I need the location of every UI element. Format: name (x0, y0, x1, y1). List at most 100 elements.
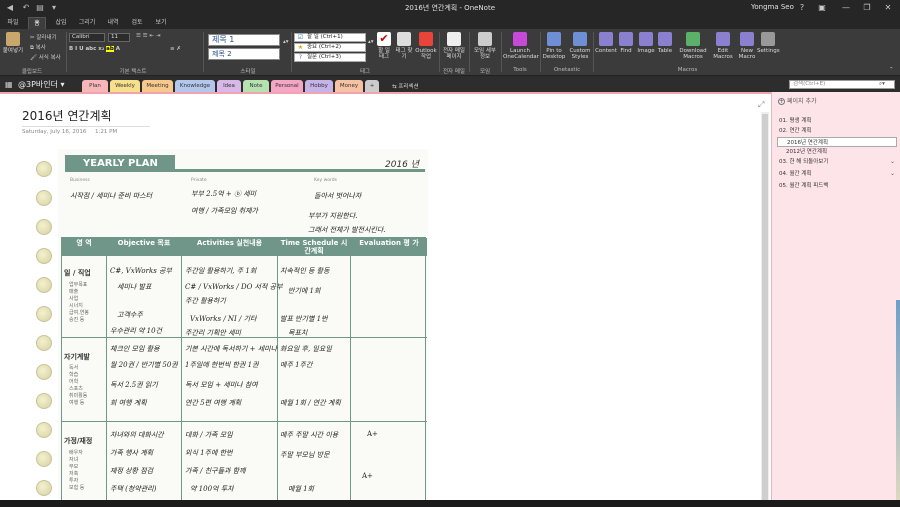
binder-ring (36, 393, 52, 409)
row-sub-item: 학습 (69, 372, 79, 378)
activity-text: 외식 1주에 한번 (185, 449, 233, 457)
meeting-details-button[interactable]: 모임 세부 정보 (471, 32, 499, 60)
header-objective: Objective 목표 (107, 238, 181, 256)
section-tab-note[interactable]: Note (243, 80, 269, 92)
add-page-button[interactable]: + 페이지 추가 (778, 96, 817, 105)
new-macro-button[interactable]: New Macro (737, 32, 757, 60)
paste-label: 붙여넣기 (2, 48, 24, 54)
paste-button[interactable]: 붙여넣기 (2, 32, 24, 54)
format-painter-button[interactable]: 🖌 서식 복사 (30, 53, 61, 61)
tags-scroll-icon[interactable]: ▴▾ (368, 39, 374, 45)
style-heading1[interactable]: 제목 1 (208, 34, 280, 46)
section-group[interactable]: ⇆ 프리섹션 (392, 82, 419, 90)
row-area: 가정/재정 (64, 437, 93, 445)
page-scrollbar[interactable] (761, 112, 769, 507)
add-page-label: 페이지 추가 (787, 98, 817, 105)
ribbon-separator (439, 32, 440, 72)
close-button[interactable]: ✕ (880, 2, 896, 14)
help-icon[interactable]: ? (794, 2, 810, 14)
tag-question[interactable]: ? 질문 (Ctrl+3) (294, 53, 366, 62)
macro-find-button[interactable]: Find (617, 32, 635, 54)
ribbon-separator (203, 32, 204, 72)
section-tab-idea[interactable]: Idea (217, 80, 241, 92)
list-buttons[interactable]: ☰ ☰ ⇤ ⇥ (136, 33, 160, 39)
objective-text: 회 여행 계획 (110, 399, 147, 407)
custom-styles-button[interactable]: Custom Styles (568, 32, 592, 60)
time-text: 발표 반기별 1번 (280, 315, 328, 323)
page-item-selected[interactable]: 2016년 연간계획 (777, 137, 897, 147)
activity-text: 독서 모임 + 세미나 참여 (185, 381, 258, 389)
tag-todo[interactable]: ☑ 할 일 (Ctrl+1) (294, 33, 366, 42)
chevron-down-icon[interactable]: ⌄ (890, 169, 895, 179)
copy-button[interactable]: ⧉ 복사 (30, 43, 46, 52)
title-bar: ◀ ↶ ▤ ▾ 2016년 연간계획 - OneNote Yongma Seo … (0, 0, 900, 16)
maximize-button[interactable]: ❐ (859, 2, 875, 14)
section-tab-meeting[interactable]: Meeting (142, 80, 173, 92)
time-text: 매월 1회 / 연간 계획 (280, 399, 341, 407)
section-tab-personal[interactable]: Personal (271, 80, 303, 92)
section-tab-hobby[interactable]: Hobby (305, 80, 333, 92)
tab-insert[interactable]: 삽입 (52, 17, 70, 29)
macro-image-button[interactable]: Image (636, 32, 656, 54)
font-size-combo[interactable]: 11 (108, 33, 130, 42)
calendar-icon (513, 32, 527, 46)
objective-text: 고객수주 (117, 311, 143, 319)
font-name-combo[interactable]: Calibri (69, 33, 105, 42)
page-date: Saturday, July 16, 2016 (22, 129, 87, 135)
outlook-tasks-button[interactable]: Outlook 작업 (414, 32, 438, 60)
launch-onecalendar-button[interactable]: Launch OneCalendar (503, 32, 539, 60)
page-canvas[interactable]: 2016년 연간계획 Saturday, July 16, 2016 1:21 … (0, 92, 771, 507)
tag-important[interactable]: ★ 중요 (Ctrl+2) (294, 43, 366, 52)
chevron-down-icon[interactable]: ⌄ (890, 157, 895, 167)
settings-button[interactable]: Settings (757, 32, 780, 54)
tab-home[interactable]: 홈 (28, 17, 46, 29)
section-tab-knowledge[interactable]: Knowledge (175, 80, 215, 92)
tab-draw[interactable]: 그리기 (76, 17, 98, 29)
section-tab-plan[interactable]: Plan (82, 80, 108, 92)
format-buttons[interactable]: B I U abc x₂ ab A (69, 46, 120, 52)
align-button[interactable]: ≡ ✗ (170, 46, 181, 52)
edit-macros-button[interactable]: Edit Macros (710, 32, 736, 60)
page-item[interactable]: 03. 한 해 되돌아보기 ⌄ (777, 157, 897, 167)
user-name[interactable]: Yongma Seo (751, 3, 794, 11)
desktop-background (896, 300, 900, 507)
macro-table-button[interactable]: Table (656, 32, 674, 54)
find-icon (619, 32, 633, 46)
todo-tag-button[interactable]: ✔ 할 일 태그 (375, 32, 393, 60)
find-tags-button[interactable]: 태그 찾기 (395, 32, 413, 60)
tab-review[interactable]: 검토 (128, 17, 146, 29)
page-item[interactable]: 05. 월간 계획 피드백 (777, 181, 897, 191)
style-heading2[interactable]: 제목 2 (208, 48, 280, 60)
table-icon (658, 32, 672, 46)
minimize-button[interactable]: — (838, 2, 854, 14)
tab-file[interactable]: 파일 (4, 17, 22, 29)
macro-content-button[interactable]: Content (595, 32, 617, 54)
column-divider (277, 238, 278, 507)
tab-history[interactable]: 내역 (104, 17, 122, 29)
cut-button[interactable]: ✂ 잘라내기 (30, 33, 57, 41)
pin-to-desktop-button[interactable]: Pin to Desktop (542, 32, 566, 60)
download-macros-button[interactable]: Download Macros (678, 32, 708, 60)
add-icon: + (778, 98, 785, 105)
search-icon[interactable]: ⌕▾ (879, 81, 885, 88)
add-section-button[interactable]: + (365, 80, 379, 92)
page-title[interactable]: 2016년 연간계획 (22, 107, 112, 124)
page-item[interactable]: 2012년 연간계획 (777, 147, 897, 157)
notebook-name[interactable]: @3P바인더 ▾ (18, 79, 65, 90)
star-icon: ★ (297, 44, 304, 51)
expand-page-icon[interactable]: ⤢ (758, 100, 764, 110)
page-item[interactable]: 02. 연간 계획 (777, 126, 897, 136)
page-item[interactable]: 01. 평생 계획 (777, 116, 897, 126)
scrollbar-thumb[interactable] (762, 114, 768, 504)
collapse-ribbon-icon[interactable]: ⌃ (889, 67, 894, 73)
email-page-button[interactable]: 전자 메일 페이지 (441, 32, 467, 60)
handwritten-note: 그래서 전체가 발전시킨다. (308, 226, 386, 234)
page-item[interactable]: 04. 월간 계획 ⌄ (777, 169, 897, 179)
styles-scroll-icon[interactable]: ▴▾ (283, 39, 289, 45)
ribbon-display-icon[interactable]: ▣ (814, 2, 830, 14)
activity-text: 연간 5편 여행 계획 (185, 399, 242, 407)
tab-view[interactable]: 보기 (152, 17, 170, 29)
section-tab-money[interactable]: Money (335, 80, 363, 92)
row-area: 일 / 직업 (64, 269, 91, 277)
section-tab-weekly[interactable]: Weekly (110, 80, 140, 92)
